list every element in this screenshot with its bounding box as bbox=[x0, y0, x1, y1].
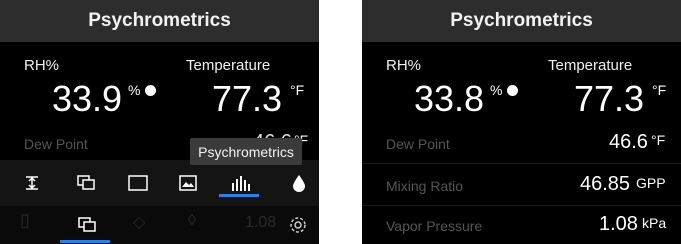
rh-label: RH% bbox=[386, 57, 422, 74]
row-divider bbox=[362, 205, 681, 206]
left-device-screen: Psychrometrics RH% 33.9 % Temperature 77… bbox=[0, 0, 319, 244]
screen-title: Psychrometrics bbox=[0, 0, 319, 42]
droplet-icon[interactable] bbox=[284, 168, 314, 198]
ghost-droplet-icon: ◊ bbox=[188, 212, 196, 229]
temperature-value: 77.3 bbox=[212, 78, 283, 119]
mixing-ratio-unit: GPP bbox=[636, 175, 666, 191]
copy-icon[interactable] bbox=[71, 168, 101, 198]
rh-value: 33.9 bbox=[52, 78, 123, 119]
square-icon[interactable] bbox=[123, 168, 153, 198]
vapor-pressure-value: 1.08 bbox=[599, 213, 638, 235]
status-dot-icon bbox=[145, 85, 156, 96]
dew-point-label: Dew Point bbox=[386, 136, 450, 152]
mixing-ratio-value: 46.85 bbox=[580, 173, 631, 195]
temperature-unit: °F bbox=[290, 82, 305, 98]
temperature-label: Temperature bbox=[548, 57, 633, 74]
tooltip: Psychrometrics bbox=[190, 138, 302, 165]
temperature-unit: °F bbox=[652, 82, 667, 98]
status-dot-icon bbox=[507, 85, 518, 96]
image-icon[interactable] bbox=[173, 168, 203, 198]
ghost-target-icon: ◇ bbox=[133, 214, 146, 231]
bottom-bar: ▯ ◇ ◊ 1.08 bbox=[0, 206, 319, 244]
vapor-pressure-unit: kPa bbox=[642, 215, 667, 231]
active-tab-indicator bbox=[219, 194, 259, 197]
dew-point-value: 46.6 bbox=[609, 131, 648, 153]
rh-unit: % bbox=[128, 82, 141, 98]
ghost-battery-icon: ▯ bbox=[20, 210, 30, 230]
dew-point-label: Dew Point bbox=[24, 136, 88, 152]
temperature-label: Temperature bbox=[186, 57, 271, 74]
range-icon[interactable] bbox=[17, 168, 47, 198]
dew-point-unit: °F bbox=[651, 132, 666, 148]
view-toolbar bbox=[0, 160, 319, 206]
mixing-ratio-label: Mixing Ratio bbox=[386, 178, 464, 194]
right-device-screen: Psychrometrics RH% 33.8 % Temperature 77… bbox=[362, 0, 681, 244]
vapor-pressure-label: Vapor Pressure bbox=[386, 218, 483, 234]
settings-icon[interactable] bbox=[284, 212, 312, 238]
screen-title: Psychrometrics bbox=[362, 0, 681, 42]
temperature-value: 77.3 bbox=[574, 78, 645, 119]
ghost-value: 1.08 bbox=[245, 214, 277, 231]
row-divider bbox=[362, 163, 681, 164]
rh-value: 33.8 bbox=[414, 78, 485, 119]
rh-unit: % bbox=[490, 82, 503, 98]
rh-label: RH% bbox=[24, 57, 60, 74]
bottom-tab-indicator bbox=[60, 240, 110, 243]
copy-icon[interactable] bbox=[73, 212, 101, 238]
